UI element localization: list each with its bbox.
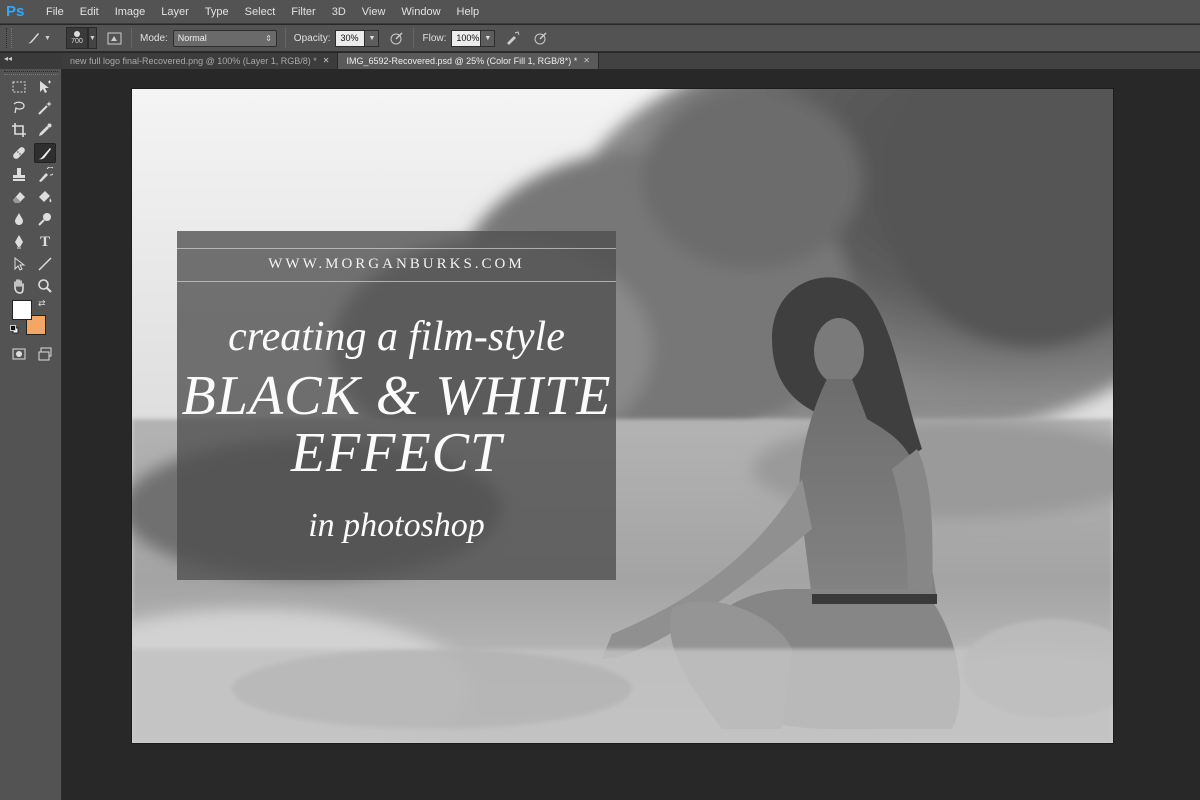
close-icon[interactable]: ✕ [583,53,590,69]
marquee-icon[interactable] [8,77,30,97]
options-grip[interactable] [6,28,12,48]
divider-line [177,248,616,249]
mode-select[interactable]: Normal ⇕ [172,29,277,47]
zoom-icon[interactable] [34,276,56,296]
options-bar: ▼ 700 ▼ Mode: Normal ⇕ Opacity: 30% ▼ Fl… [0,25,1200,52]
chevron-down-icon: ▼ [44,34,51,42]
document-tab-bar: new full logo final-Recovered.png @ 100%… [62,53,1200,69]
line-icon[interactable] [34,254,56,274]
menu-type[interactable]: Type [197,0,237,24]
brush-icon [28,33,40,44]
default-colors-icon[interactable] [10,325,19,334]
title-card-overlay: WWW.MORGANBURKS.COM creating a film-styl… [177,231,616,580]
mode-value: Normal [177,33,207,43]
dodge-icon[interactable] [34,209,56,229]
menu-filter[interactable]: Filter [283,0,323,24]
divider [413,28,415,48]
magic-wand-icon[interactable] [34,98,56,118]
healing-brush-icon[interactable] [8,143,30,163]
tab-document-2[interactable]: IMG_6592-Recovered.psd @ 25% (Color Fill… [338,53,599,69]
brush-panel-toggle[interactable] [105,29,123,47]
tab-label: IMG_6592-Recovered.psd @ 25% (Color Fill… [346,56,578,66]
brush-size-value: 700 [71,38,83,45]
swap-colors-icon[interactable]: ⇄ [38,298,46,309]
menu-file[interactable]: File [38,0,72,24]
menu-image[interactable]: Image [107,0,154,24]
brush-icon[interactable] [34,143,56,163]
divider-line [177,281,616,282]
quick-mask-icon[interactable] [8,344,30,364]
website-url: WWW.MORGANBURKS.COM [268,256,525,272]
headline-line-4: in photoshop [308,507,485,544]
lasso-icon[interactable] [8,98,30,118]
collapse-panels-icon[interactable]: ◂◂ [4,54,12,63]
opacity-input[interactable]: 30% [335,29,366,47]
divider [131,28,132,48]
airbrush-icon [506,30,520,45]
divider [284,28,286,48]
eraser-icon[interactable] [8,187,30,207]
tab-document-1[interactable]: new full logo final-Recovered.png @ 100%… [62,53,339,69]
pen-pressure-icon [390,31,403,44]
headline-line-2: BLACK & WHITE [181,365,612,427]
menu-help[interactable]: Help [449,0,488,24]
pen-pressure-size-icon [534,31,547,44]
history-brush-icon[interactable] [34,165,56,185]
screen-mode-icon[interactable] [34,344,56,364]
brush-tip-icon [74,31,80,37]
pressure-opacity-toggle[interactable] [387,29,405,47]
flow-label: Flow: [422,32,447,44]
clone-stamp-icon[interactable] [8,165,30,185]
photoshop-logo: Ps [6,2,25,20]
airbrush-toggle[interactable] [503,29,521,47]
menu-view[interactable]: View [354,0,394,24]
type-icon[interactable]: T [34,232,56,252]
brush-size-preview[interactable]: 700 [66,27,88,49]
headline-line-1: creating a film-style [228,314,565,360]
opacity-label: Opacity: [293,32,331,44]
menu-layer[interactable]: Layer [153,0,197,24]
mode-label: Mode: [140,32,168,44]
close-icon[interactable]: ✕ [323,53,330,69]
flow-slider-dropdown[interactable]: ▼ [481,29,496,47]
path-selection-icon[interactable] [8,254,30,274]
menu-window[interactable]: Window [393,0,448,24]
crop-icon[interactable] [8,120,30,140]
brush-panel-icon [107,32,121,44]
toolbox-grip[interactable] [4,71,58,75]
foreground-color-swatch[interactable] [12,300,32,320]
menu-select[interactable]: Select [237,0,284,24]
pressure-size-toggle[interactable] [531,29,549,47]
headline-line-3: EFFECT [290,422,503,484]
menu-edit[interactable]: Edit [72,0,107,24]
menu-bar: Ps File Edit Image Layer Type Select Fil… [0,0,1200,24]
updown-arrows-icon: ⇕ [265,33,272,43]
pen-icon[interactable] [8,232,30,252]
tool-preset-picker[interactable]: ▼ [20,27,56,49]
menu-3d[interactable]: 3D [324,0,354,24]
hand-icon[interactable] [8,276,30,296]
tab-label: new full logo final-Recovered.png @ 100%… [70,56,317,66]
opacity-slider-dropdown[interactable]: ▼ [365,29,380,47]
blur-icon[interactable] [8,209,30,229]
move-icon[interactable] [34,77,56,97]
eyedropper-icon[interactable] [34,120,56,140]
brush-picker-dropdown[interactable]: ▼ [88,27,97,49]
toolbox-header: ◂◂ [0,53,62,69]
toolbox: T ⇄ [0,69,62,800]
flow-input[interactable]: 100% [451,29,482,47]
paint-bucket-icon[interactable] [34,187,56,207]
